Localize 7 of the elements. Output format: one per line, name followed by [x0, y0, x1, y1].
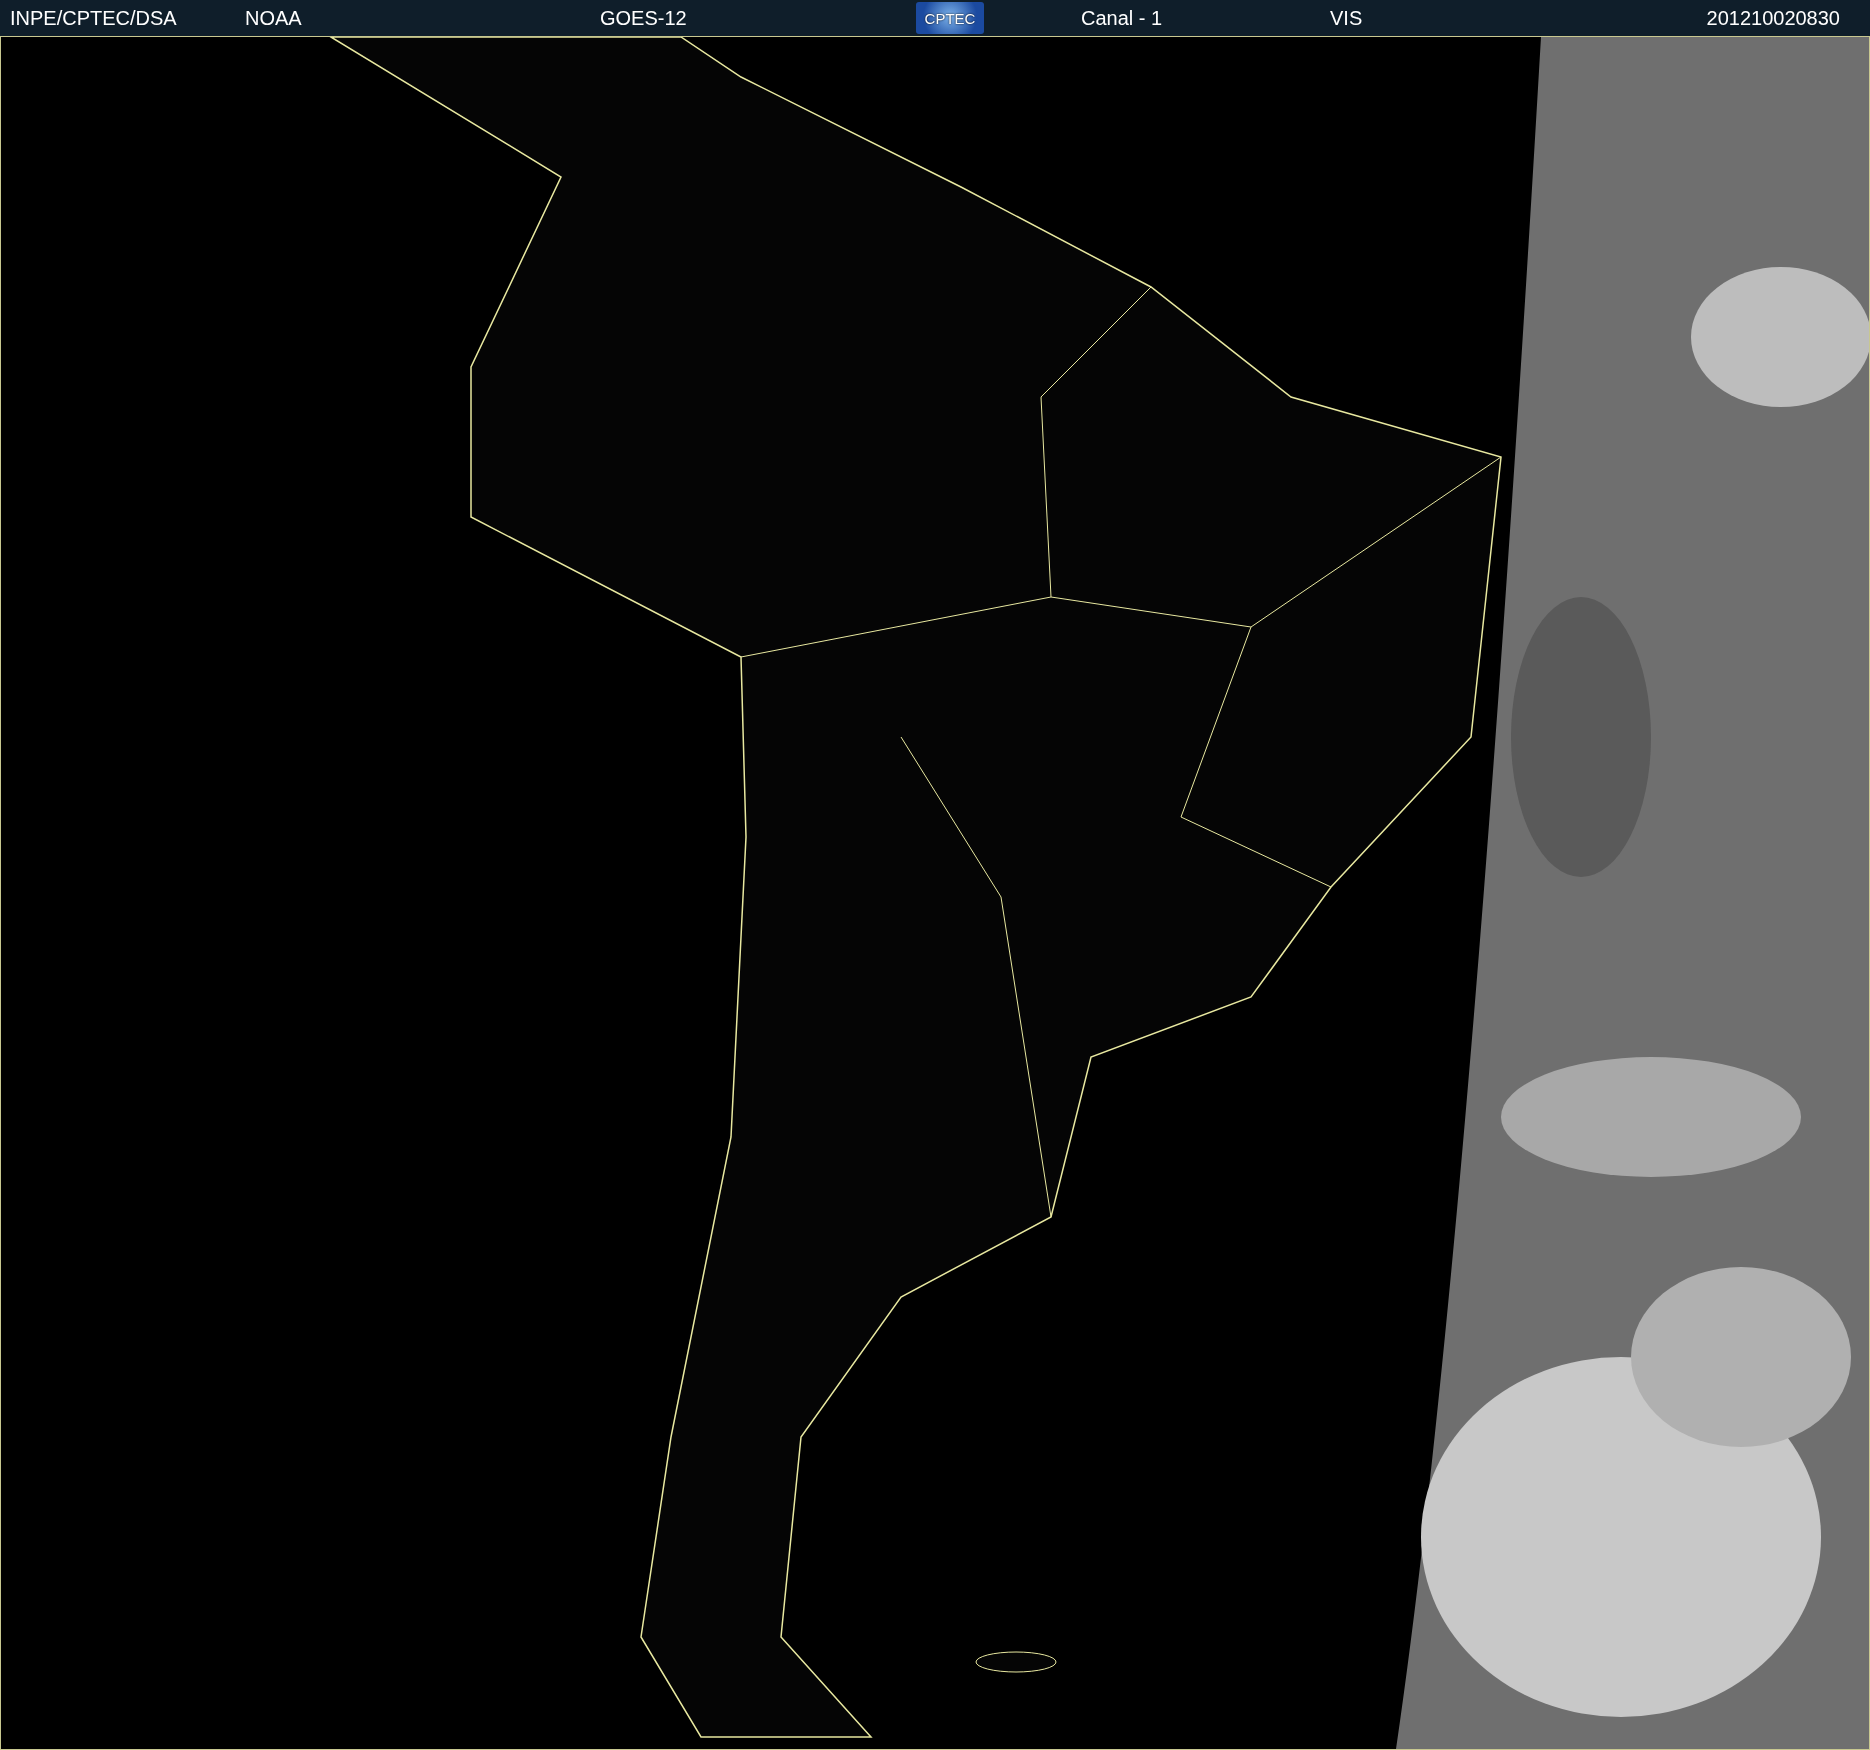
header-label: NOAA — [245, 6, 303, 30]
header-label: GOES-12 — [600, 6, 688, 30]
header-label: 201210020830 — [1706, 6, 1840, 30]
logo: CPTEC — [916, 2, 984, 34]
header-label: Canal - 1 — [1081, 6, 1164, 30]
header-label: VIS — [1330, 6, 1364, 30]
header-label: INPE/CPTEC/DSA — [10, 6, 178, 30]
